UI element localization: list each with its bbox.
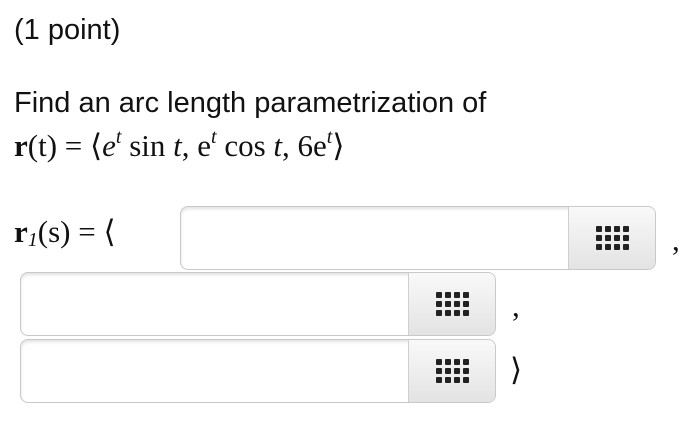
- closing-angle-bracket: ⟩: [510, 352, 523, 387]
- eq-part2: sin: [121, 128, 174, 163]
- problem-prompt: Find an arc length parametrization of: [14, 87, 487, 119]
- answer-input-2[interactable]: [21, 273, 408, 335]
- r-bold: r: [14, 128, 28, 163]
- separator-comma-1: ,: [672, 222, 680, 257]
- separator-comma-2: ,: [512, 288, 520, 323]
- points-label: (1 point): [14, 14, 121, 46]
- math-keypad-button-3[interactable]: [408, 340, 495, 402]
- keypad-grid-icon: [435, 292, 469, 316]
- eq-close: ⟩: [332, 128, 345, 163]
- r1-bold: r: [14, 214, 28, 249]
- answer-input-1[interactable]: [181, 207, 568, 269]
- eq-part3: , e: [181, 128, 212, 163]
- answer-field-2: [20, 272, 496, 336]
- eq-part4-var: t: [273, 128, 283, 163]
- eq-part4: cos: [216, 128, 274, 163]
- keypad-grid-icon: [435, 359, 469, 383]
- eq-part1: e: [102, 128, 116, 163]
- given-equation: r(t) = ⟨et sin t, et cos t, 6et⟩: [14, 127, 345, 164]
- answer-field-1: [180, 206, 656, 270]
- eq-part2-var: t: [173, 128, 182, 163]
- answer-lhs-rest: (s) = ⟨: [37, 214, 116, 249]
- eq-lhs-arg: (t) = ⟨: [27, 128, 103, 163]
- answer-lhs: r1(s) = ⟨: [14, 214, 116, 250]
- math-keypad-button-1[interactable]: [568, 207, 655, 269]
- keypad-grid-icon: [595, 226, 629, 250]
- eq-part5: , 6e: [282, 128, 327, 163]
- math-keypad-button-2[interactable]: [408, 273, 495, 335]
- answer-field-3: [20, 339, 496, 403]
- answer-input-3[interactable]: [21, 340, 408, 402]
- r1-subscript: 1: [27, 229, 38, 251]
